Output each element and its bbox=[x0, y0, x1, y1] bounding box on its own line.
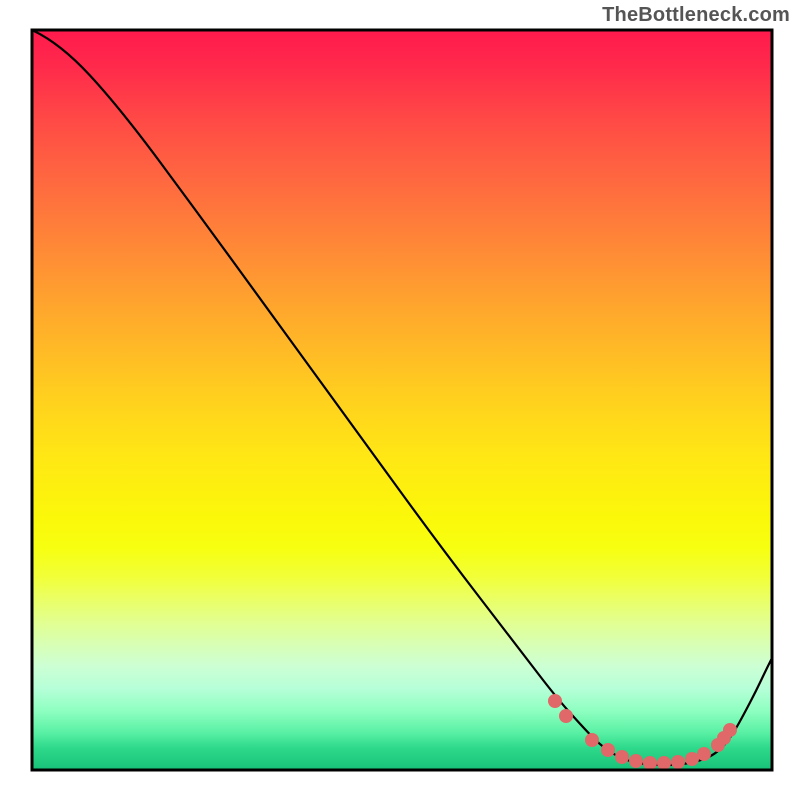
chart-container: TheBottleneck.com bbox=[0, 0, 800, 800]
curve-marker bbox=[671, 755, 685, 769]
curve-marker bbox=[585, 733, 599, 747]
curve-marker bbox=[643, 756, 657, 770]
curve-marker bbox=[723, 723, 737, 737]
chart-svg bbox=[0, 0, 800, 800]
curve-marker bbox=[697, 747, 711, 761]
curve-marker bbox=[629, 754, 643, 768]
curve-marker bbox=[601, 743, 615, 757]
curve-marker bbox=[548, 694, 562, 708]
curve-marker bbox=[559, 709, 573, 723]
curve-marker bbox=[615, 750, 629, 764]
watermark-label: TheBottleneck.com bbox=[602, 4, 790, 27]
curve-marker bbox=[657, 756, 671, 770]
curve-marker bbox=[685, 752, 699, 766]
